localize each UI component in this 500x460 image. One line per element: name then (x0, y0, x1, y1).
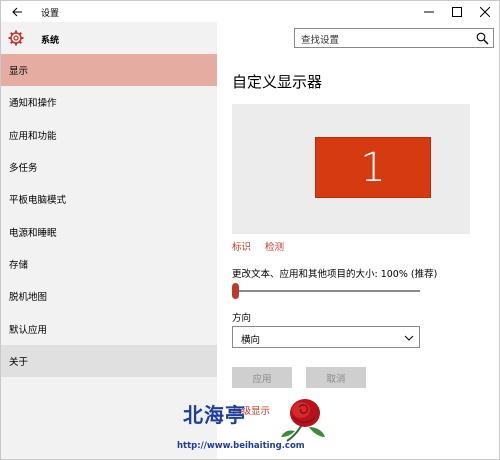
sidebar-item-default-apps[interactable]: 默认应用 (1, 312, 217, 344)
orientation-value: 横向 (241, 335, 261, 346)
close-button[interactable] (471, 2, 499, 21)
sidebar-item-apps-features[interactable]: 应用和功能 (1, 119, 217, 151)
sidebar-item-power-sleep[interactable]: 电源和睡眠 (1, 215, 217, 247)
watermark: 北海亭 http://www.beihaiting.com (177, 393, 337, 459)
rose-icon (281, 399, 325, 442)
orientation-dropdown[interactable]: 横向 (232, 326, 420, 348)
maximize-button[interactable] (443, 2, 471, 21)
title-bar: 设置 (1, 1, 499, 22)
sidebar-title: 系统 (41, 36, 60, 46)
maximize-icon (452, 6, 462, 17)
scale-slider[interactable] (232, 283, 420, 299)
minimize-icon (424, 11, 434, 12)
monitor-number: 1 (360, 144, 386, 191)
search-icon (476, 32, 489, 45)
sidebar-item-multitasking[interactable]: 多任务 (1, 151, 217, 183)
slider-track (232, 290, 420, 292)
chevron-down-icon (404, 335, 414, 341)
sidebar-item-storage[interactable]: 存储 (1, 248, 217, 280)
sidebar-item-display[interactable]: 显示 (1, 54, 217, 87)
close-icon (480, 6, 490, 17)
slider-thumb[interactable] (232, 283, 239, 299)
sidebar-nav: 显示 通知和操作 应用和功能 多任务 平板电脑模式 电源和睡眠 存储 脱机地图 … (1, 54, 217, 377)
sidebar-item-offline-maps[interactable]: 脱机地图 (1, 280, 217, 312)
watermark-url: http://www.beihaiting.com (177, 441, 305, 451)
sidebar-item-notifications[interactable]: 通知和操作 (1, 86, 217, 118)
sidebar-header: 系统 (1, 22, 217, 54)
search-box[interactable]: 查找设置 (294, 28, 494, 48)
orientation-label: 方向 (232, 313, 252, 324)
identify-link[interactable]: 标识 (232, 239, 251, 253)
back-button[interactable] (5, 3, 29, 20)
back-arrow-icon (11, 7, 22, 16)
detect-link[interactable]: 检测 (265, 239, 284, 253)
settings-window: 设置 系统 显示 通知和操作 应用和功能 多任务 平板电脑模式 电源和睡眠 存储… (0, 0, 500, 460)
minimize-button[interactable] (415, 2, 443, 21)
monitor-tile[interactable]: 1 (315, 137, 431, 198)
sidebar-item-about[interactable]: 关于 (1, 344, 217, 377)
page-title: 自定义显示器 (232, 73, 323, 91)
search-placeholder: 查找设置 (301, 35, 340, 46)
window-title: 设置 (41, 9, 60, 19)
apply-button[interactable]: 应用 (232, 367, 292, 388)
sidebar-item-tablet-mode[interactable]: 平板电脑模式 (1, 183, 217, 215)
scale-label: 更改文本、应用和其他项目的大小: 100% (推荐) (232, 269, 438, 280)
cancel-button[interactable]: 取消 (306, 367, 366, 388)
gear-icon (8, 30, 24, 46)
display-arrangement-area: 1 (232, 104, 470, 234)
watermark-text: 北海亭 (183, 403, 246, 427)
